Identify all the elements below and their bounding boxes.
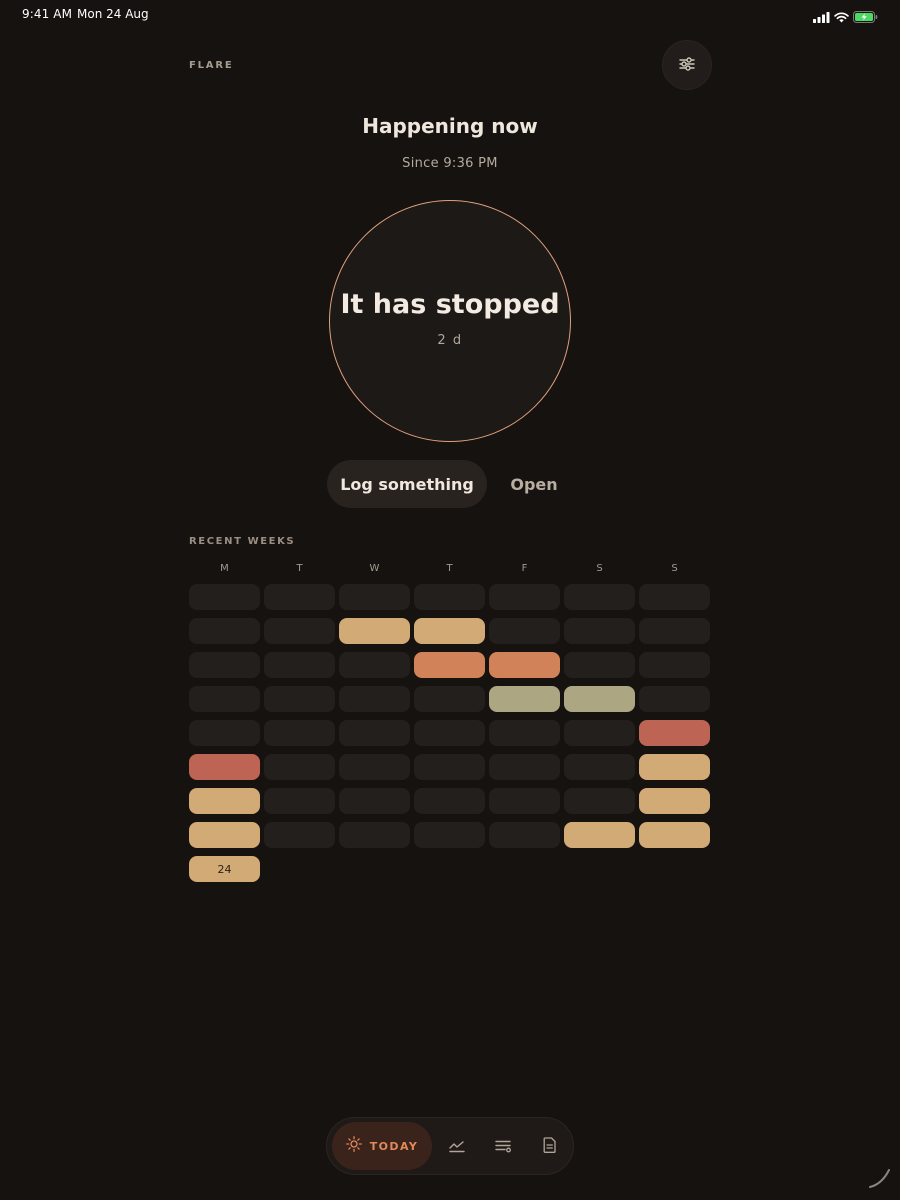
day-cell[interactable]	[264, 584, 335, 610]
day-cell[interactable]	[489, 720, 560, 746]
tab-today-label: TODAY	[369, 1139, 419, 1153]
status-date: Mon 24 Aug	[77, 7, 149, 21]
day-cell[interactable]	[564, 754, 635, 780]
day-cell[interactable]	[339, 652, 410, 678]
day-cell[interactable]	[639, 618, 710, 644]
day-cell[interactable]	[489, 618, 560, 644]
day-cell[interactable]	[189, 720, 260, 746]
day-cell[interactable]	[639, 652, 710, 678]
day-cell[interactable]	[339, 720, 410, 746]
day-cell[interactable]	[639, 720, 710, 746]
day-cell[interactable]	[264, 788, 335, 814]
day-cell[interactable]	[414, 686, 485, 712]
day-cell[interactable]	[264, 822, 335, 848]
weekday-headers: MTWTFSS	[189, 563, 712, 577]
day-cell[interactable]	[639, 788, 710, 814]
status-time: 9:41 AM	[22, 7, 73, 21]
weekday-header: F	[521, 563, 528, 574]
day-cell[interactable]	[489, 788, 560, 814]
day-cell[interactable]	[564, 584, 635, 610]
day-cell[interactable]	[489, 754, 560, 780]
tab-today[interactable]: TODAY	[332, 1122, 432, 1170]
status-circle[interactable]: It has stopped 2 d	[329, 200, 571, 442]
weekday-header: W	[369, 563, 380, 574]
day-cell[interactable]	[564, 652, 635, 678]
bottom-tab-bar: TODAY	[326, 1117, 574, 1175]
status-bar: 9:41 AM Mon 24 Aug	[0, 0, 900, 30]
day-cell[interactable]	[414, 822, 485, 848]
day-cell[interactable]	[639, 754, 710, 780]
day-cell[interactable]	[189, 754, 260, 780]
day-cell[interactable]	[414, 618, 485, 644]
settings-button[interactable]	[662, 40, 712, 90]
day-cell[interactable]	[264, 720, 335, 746]
tab-log-list[interactable]	[491, 1135, 515, 1159]
weekday-header: T	[446, 563, 453, 574]
day-cell[interactable]	[264, 618, 335, 644]
day-cell[interactable]	[564, 822, 635, 848]
day-cell[interactable]	[414, 652, 485, 678]
weekday-header: S	[671, 563, 678, 574]
day-cell[interactable]	[339, 822, 410, 848]
day-cell[interactable]	[489, 584, 560, 610]
day-cell-today[interactable]: 24	[189, 856, 260, 882]
weekday-header: S	[596, 563, 603, 574]
day-cell[interactable]	[414, 788, 485, 814]
day-cell[interactable]	[639, 822, 710, 848]
day-cell[interactable]	[264, 686, 335, 712]
day-cell[interactable]	[564, 686, 635, 712]
day-cell[interactable]	[564, 618, 635, 644]
sun-icon	[345, 1136, 362, 1156]
duration-text: 2 d	[437, 333, 463, 348]
day-cell[interactable]	[189, 584, 260, 610]
recent-weeks-grid: 24	[189, 584, 712, 884]
day-cell[interactable]	[189, 652, 260, 678]
day-cell[interactable]	[264, 754, 335, 780]
day-cell[interactable]	[639, 584, 710, 610]
day-cell[interactable]	[564, 788, 635, 814]
app-name: FLARE	[189, 60, 234, 71]
tab-report[interactable]	[537, 1135, 561, 1159]
document-icon	[543, 1137, 556, 1157]
cellular-signal-icon	[813, 8, 830, 27]
weekday-header: M	[220, 563, 229, 574]
since-time: Since 9:36 PM	[402, 156, 498, 171]
sliders-icon	[679, 56, 695, 75]
flare-app-screen: 9:41 AM Mon 24 Aug FLARE Happening now S…	[0, 0, 900, 1200]
weekday-header: T	[296, 563, 303, 574]
day-cell[interactable]	[489, 822, 560, 848]
day-cell[interactable]	[189, 618, 260, 644]
day-cell[interactable]	[339, 618, 410, 644]
day-cell[interactable]	[489, 686, 560, 712]
day-cell[interactable]	[414, 584, 485, 610]
home-indicator-icon	[868, 1166, 892, 1194]
status-indicators	[813, 8, 878, 27]
open-button[interactable]: Open	[497, 460, 571, 508]
day-cell[interactable]	[189, 788, 260, 814]
battery-charging-icon	[853, 8, 878, 27]
trend-chart-icon	[449, 1138, 465, 1157]
day-cell[interactable]	[339, 584, 410, 610]
day-cell[interactable]	[564, 720, 635, 746]
day-cell[interactable]	[189, 822, 260, 848]
wifi-icon	[834, 8, 849, 27]
log-something-button[interactable]: Log something	[327, 460, 487, 508]
day-cell[interactable]	[414, 754, 485, 780]
page-title: Happening now	[362, 114, 538, 138]
day-cell[interactable]	[339, 686, 410, 712]
day-cell[interactable]	[414, 720, 485, 746]
day-cell[interactable]	[264, 652, 335, 678]
day-cell[interactable]	[489, 652, 560, 678]
day-cell[interactable]	[639, 686, 710, 712]
day-cell[interactable]	[339, 788, 410, 814]
tab-trends[interactable]	[445, 1135, 469, 1159]
status-text: It has stopped	[340, 289, 560, 320]
day-cell[interactable]	[189, 686, 260, 712]
list-filter-icon	[494, 1138, 512, 1157]
recent-weeks-label: RECENT WEEKS	[189, 536, 296, 547]
day-cell[interactable]	[339, 754, 410, 780]
